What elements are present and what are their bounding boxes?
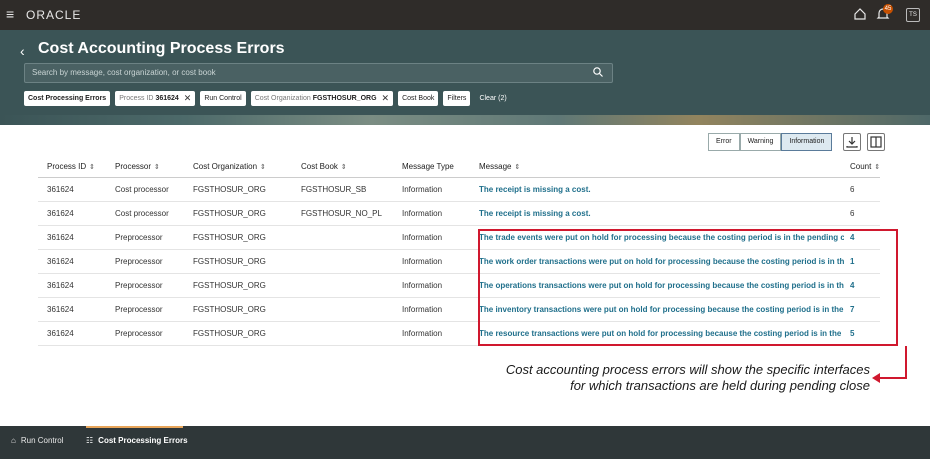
annotation-arrowhead: [872, 373, 880, 383]
sort-icon: ⇕: [260, 164, 266, 172]
col-processor[interactable]: Processor ⇕: [115, 157, 193, 178]
table-row[interactable]: 361624 Cost processor FGSTHOSUR_ORG FGST…: [38, 177, 881, 202]
user-avatar[interactable]: TS: [906, 8, 920, 22]
columns-icon: [870, 136, 882, 148]
notifications-button[interactable]: 45: [875, 4, 893, 22]
col-cost-book[interactable]: Cost Book ⇕: [301, 157, 402, 178]
sort-icon: ⇕: [874, 164, 881, 172]
message-link[interactable]: The receipt is missing a cost.: [479, 177, 844, 202]
decorative-band: [0, 115, 930, 125]
annotation-line-1: Cost accounting process errors will show…: [505, 362, 870, 377]
sort-icon: ⇕: [340, 164, 347, 172]
download-button[interactable]: [843, 133, 861, 151]
top-bar: ≡ ORACLE 45 TS: [0, 0, 930, 30]
chip-label: Cost Organization: [254, 94, 311, 102]
table-header-row: Process ID ⇕ Processor ⇕ Cost Organization…: [38, 157, 881, 178]
annotation-arrow-line: [880, 377, 907, 379]
filter-chips: Cost Processing Errors Process ID 361624…: [24, 90, 511, 106]
annotation-note: Cost accounting process errors will show…: [470, 362, 870, 394]
home-icon[interactable]: [853, 7, 867, 21]
nav-cost-processing-errors[interactable]: ☷ Cost Processing Errors: [86, 436, 188, 445]
close-icon[interactable]: ✕: [184, 91, 192, 106]
chip-cost-organization[interactable]: Cost Organization FGSTHOSUR_ORG ✕: [250, 90, 394, 106]
chip-label: Process ID: [119, 94, 154, 102]
chip-process-id[interactable]: Process ID 361624 ✕: [115, 90, 196, 106]
col-process-id[interactable]: Process ID ⇕: [38, 157, 115, 178]
table-row[interactable]: 361624 Cost processor FGSTHOSUR_ORG FGST…: [38, 201, 881, 226]
col-message-type: Message Type: [402, 157, 479, 178]
message-link[interactable]: The receipt is missing a cost.: [479, 201, 844, 226]
col-message[interactable]: Message ⇕: [479, 157, 844, 178]
col-cost-organization[interactable]: Cost Organization ⇕: [193, 157, 301, 178]
annotation-line-2: for which transactions are held during p…: [570, 378, 870, 393]
highlight-box: [478, 229, 898, 346]
active-tab-indicator: [86, 426, 183, 428]
annotation-arrow-line: [905, 346, 907, 378]
chip-filters[interactable]: Filters: [443, 90, 471, 106]
search-placeholder: Search by message, cost organization, or…: [32, 68, 216, 77]
error-button[interactable]: Error: [708, 133, 740, 151]
download-icon: [846, 137, 858, 148]
chip-value: FGSTHOSUR_ORG: [312, 94, 377, 102]
col-count[interactable]: Count ⇕: [844, 157, 881, 178]
sort-icon: ⇕: [514, 164, 521, 172]
page-title: Cost Accounting Process Errors: [38, 40, 285, 57]
close-icon[interactable]: ✕: [382, 91, 390, 106]
sort-icon: ⇕: [154, 164, 160, 172]
columns-button[interactable]: [867, 133, 885, 151]
search-icon[interactable]: [592, 66, 604, 78]
warning-button[interactable]: Warning: [739, 133, 782, 151]
sort-icon: ⇕: [89, 164, 95, 172]
back-chevron-icon[interactable]: ‹: [20, 43, 25, 59]
run-control-icon: ⌂: [11, 436, 16, 445]
message-type-segmented-control: Error Warning Information: [708, 133, 833, 151]
clear-filters-link[interactable]: Clear (2): [475, 91, 510, 106]
information-button[interactable]: Information: [781, 133, 833, 151]
chip-cost-processing-errors[interactable]: Cost Processing Errors: [24, 90, 111, 106]
chip-run-control[interactable]: Run Control: [200, 90, 246, 106]
errors-icon: ☷: [86, 436, 94, 445]
notification-count-badge: 45: [883, 4, 893, 14]
nav-run-control[interactable]: ⌂ Run Control: [11, 436, 64, 445]
chip-cost-book[interactable]: Cost Book: [398, 90, 439, 106]
hamburger-menu-icon[interactable]: ≡: [6, 7, 20, 21]
bottom-nav: ⌂ Run Control ☷ Cost Processing Errors: [0, 426, 930, 459]
chip-value: 361624: [155, 94, 179, 102]
search-input[interactable]: Search by message, cost organization, or…: [24, 63, 613, 83]
page-header: ‹ Cost Accounting Process Errors Search …: [0, 30, 930, 125]
oracle-logo[interactable]: ORACLE: [26, 8, 81, 22]
